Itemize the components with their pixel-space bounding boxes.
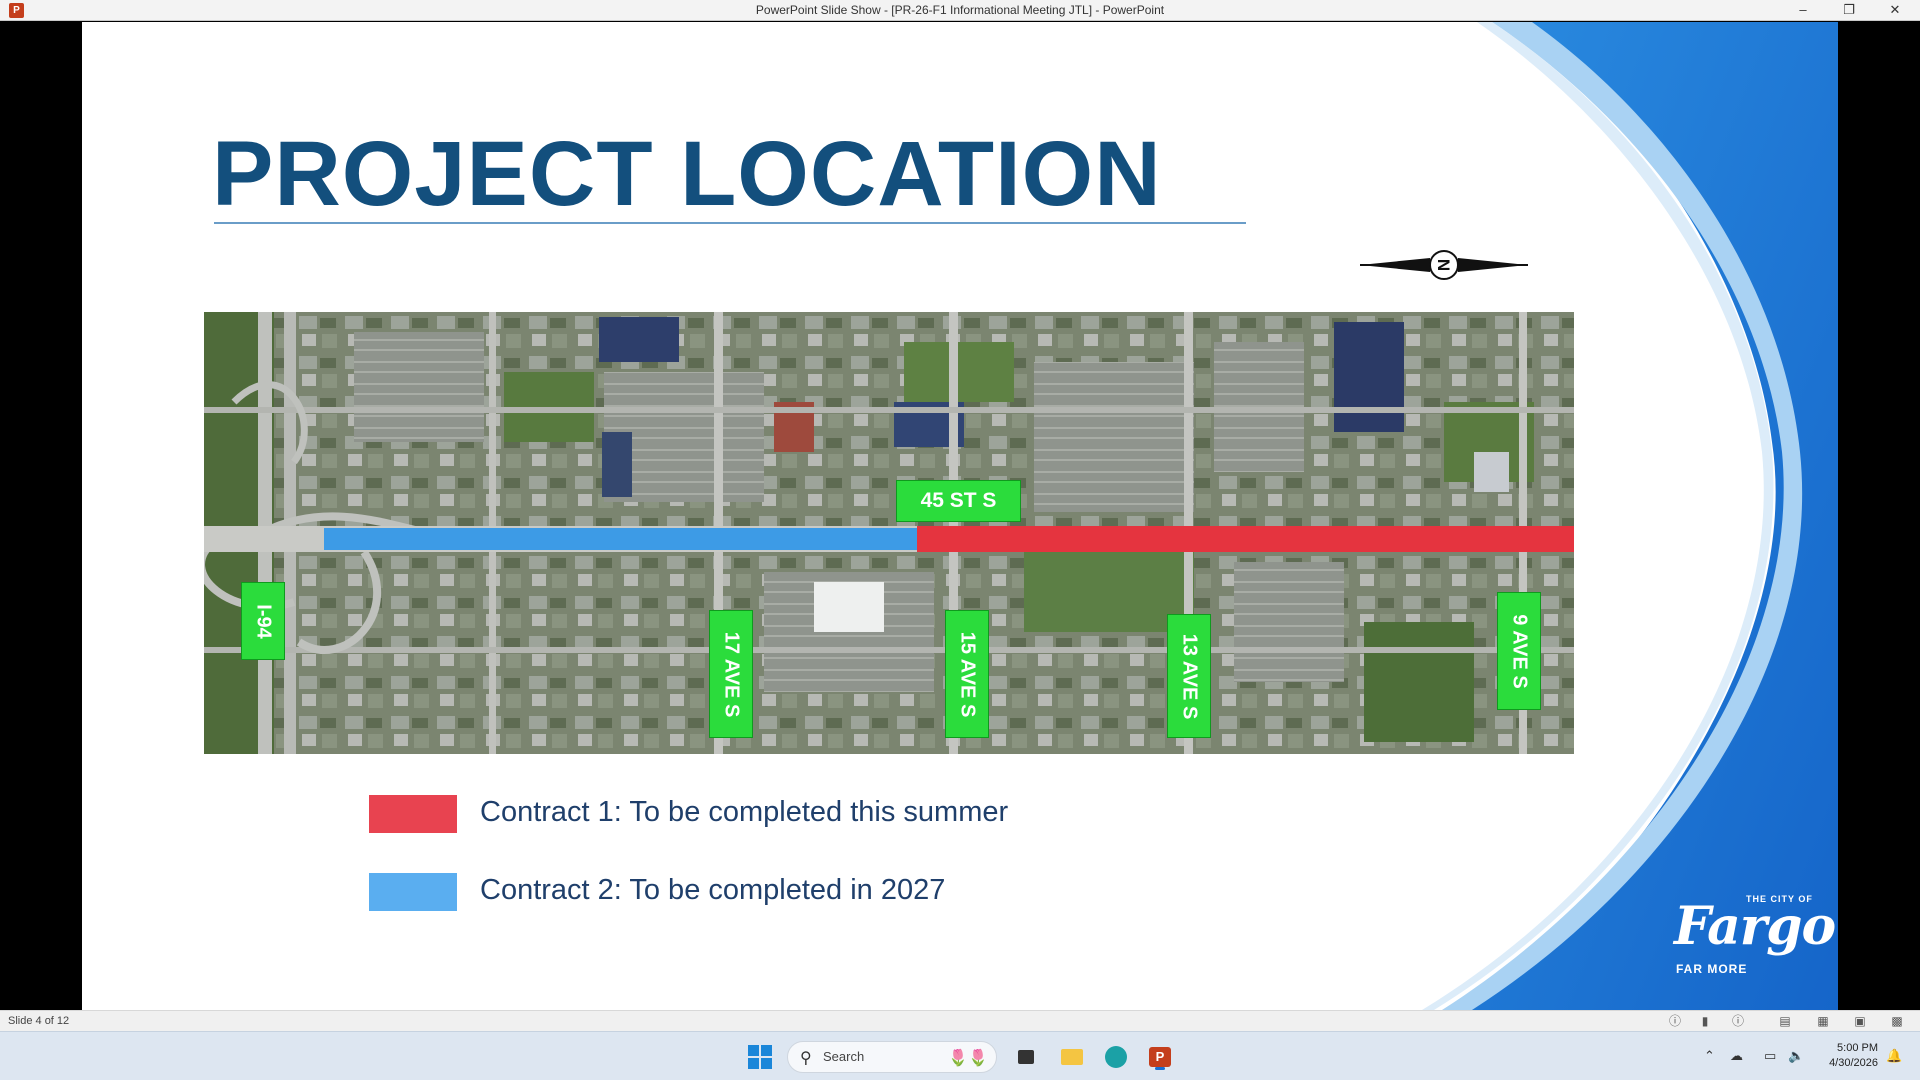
legend-swatch-contract-1 <box>369 795 457 833</box>
restore-icon[interactable]: ❐ <box>1826 0 1872 21</box>
svg-text:N: N <box>1434 259 1453 271</box>
slide-canvas[interactable]: PROJECT LOCATION N 45 ST S I-94 17 AVE S… <box>82 22 1838 1010</box>
start-button[interactable] <box>748 1045 772 1069</box>
label-15-ave-s: 15 AVE S <box>945 610 989 738</box>
label-i-94: I-94 <box>241 582 285 660</box>
accessibility-icon[interactable]: ⓘ <box>1668 1015 1682 1028</box>
normal-view-icon[interactable]: ▤ <box>1778 1015 1792 1028</box>
comments-icon[interactable]: ⓘ <box>1731 1015 1745 1028</box>
notification-bell-icon[interactable]: 🔔 <box>1886 1048 1902 1064</box>
search-icon: ⚲ <box>800 1050 812 1067</box>
slideshow-statusbar: Slide 4 of 12 ⓘ ▮ ⓘ ▤ ▦ ▣ ▩ <box>0 1010 1920 1031</box>
reading-view-icon[interactable]: ▣ <box>1853 1015 1867 1028</box>
slide-counter: Slide 4 of 12 <box>8 1015 70 1027</box>
legend-text-contract-2: Contract 2: To be completed in 2027 <box>480 874 946 906</box>
taskbar-search[interactable]: ⚲ Search 🌷🌷 <box>787 1041 997 1073</box>
north-arrow-icon: N <box>1360 247 1528 288</box>
window-titlebar: P PowerPoint Slide Show - [PR-26-F1 Info… <box>0 0 1920 21</box>
clock-time: 5:00 PM <box>1837 1042 1878 1054</box>
label-45-st-s: 45 ST S <box>896 480 1021 522</box>
close-icon[interactable]: ✕ <box>1872 0 1918 21</box>
volume-icon[interactable]: 🔈 <box>1788 1048 1804 1064</box>
label-13-ave-s: 13 AVE S <box>1167 614 1211 738</box>
label-17-ave-s: 17 AVE S <box>709 610 753 738</box>
contract-2-segment <box>324 528 917 550</box>
file-explorer-icon[interactable] <box>1057 1042 1087 1072</box>
window-title: PowerPoint Slide Show - [PR-26-F1 Inform… <box>755 3 1165 17</box>
legend-text-contract-1: Contract 1: To be completed this summer <box>480 796 1009 828</box>
minimize-icon[interactable]: – <box>1780 0 1826 21</box>
clock-date: 4/30/2026 <box>1829 1057 1878 1069</box>
network-icon[interactable]: ☁ <box>1730 1048 1743 1064</box>
slide-sorter-icon[interactable]: ▦ <box>1816 1015 1830 1028</box>
contract-1-segment <box>917 526 1574 552</box>
edge-browser-icon[interactable] <box>1101 1042 1131 1072</box>
search-placeholder: Search <box>823 1049 865 1064</box>
powerpoint-taskbar-icon[interactable]: P <box>1145 1042 1175 1072</box>
legend-swatch-contract-2 <box>369 873 457 911</box>
display-icon[interactable]: ▭ <box>1764 1048 1776 1064</box>
label-9-ave-s: 9 AVE S <box>1497 592 1541 710</box>
aerial-map: 45 ST S I-94 17 AVE S 15 AVE S 13 AVE S … <box>204 312 1574 754</box>
tulips-icon: 🌷🌷 <box>948 1050 988 1067</box>
show-hidden-icons-icon[interactable]: ⌃ <box>1704 1048 1715 1064</box>
slide-title: PROJECT LOCATION <box>212 123 1162 225</box>
task-view-icon[interactable] <box>1011 1042 1041 1072</box>
taskbar-clock[interactable]: 5:00 PM 4/30/2026 <box>1808 1041 1878 1071</box>
notes-icon[interactable]: ▮ <box>1698 1015 1712 1028</box>
windows-taskbar: ⚲ Search 🌷🌷 P ⌃ ☁ ▭ 🔈 5:00 PM 4/30/2026 … <box>0 1031 1920 1080</box>
slideshow-view-icon[interactable]: ▩ <box>1890 1015 1904 1028</box>
title-underline <box>214 222 1246 224</box>
